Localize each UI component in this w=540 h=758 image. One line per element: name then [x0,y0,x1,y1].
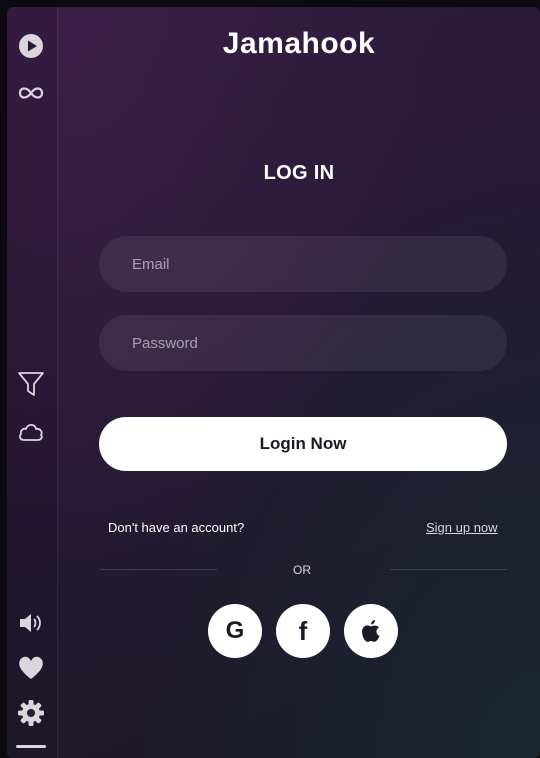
filter-icon[interactable] [16,369,46,399]
sidebar-handle[interactable] [16,745,46,748]
email-field[interactable] [99,236,507,292]
volume-icon[interactable] [16,608,46,638]
facebook-icon: f [298,615,308,646]
or-separator: OR [293,563,311,577]
cloud-icon[interactable] [16,417,46,447]
divider-right [390,569,507,570]
sidebar [7,7,58,758]
play-icon[interactable] [16,31,46,61]
app-logo: Jamahook [222,27,376,60]
signup-link[interactable]: Sign up now [426,520,498,535]
password-field[interactable] [99,315,507,371]
account-prompt: Don't have an account? [108,520,245,535]
apple-icon [362,620,380,642]
gear-icon[interactable] [16,698,46,728]
login-button[interactable]: Login Now [99,417,507,471]
heart-icon[interactable] [16,653,46,683]
apple-login-button[interactable] [344,604,398,658]
main-panel: Jamahook LOG IN Login Now Don't have an … [58,7,540,758]
facebook-login-button[interactable]: f [276,604,330,658]
app-window: Jamahook LOG IN Login Now Don't have an … [7,7,540,758]
page-title: LOG IN [263,162,335,184]
google-icon: G [225,617,245,644]
google-login-button[interactable]: G [208,604,262,658]
infinity-icon[interactable] [16,78,46,108]
